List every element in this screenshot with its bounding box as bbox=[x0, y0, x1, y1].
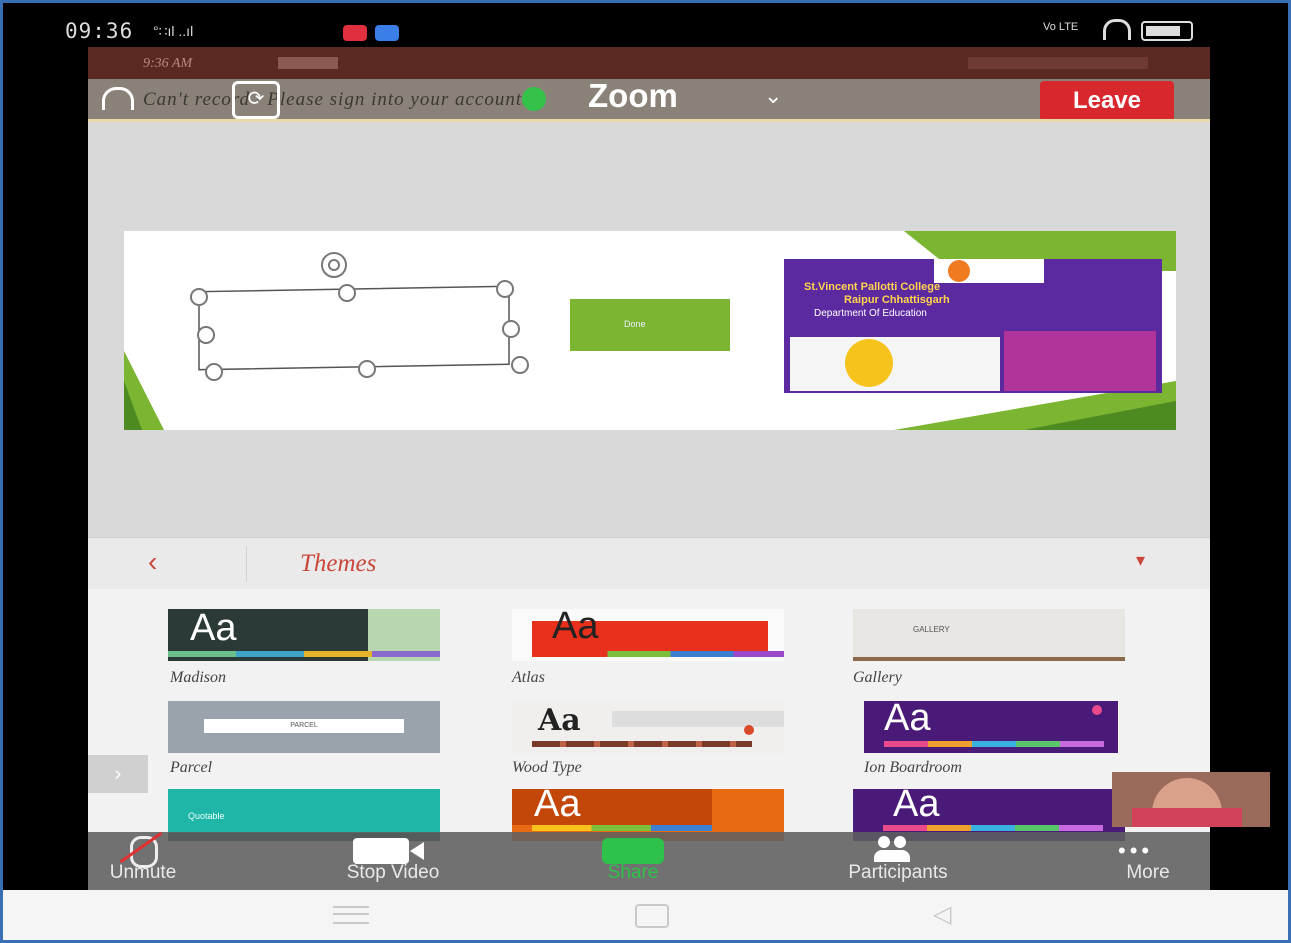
volte-icon: Vo LTE bbox=[1043, 21, 1079, 33]
battery-icon bbox=[1141, 21, 1193, 41]
headphones-icon bbox=[1103, 19, 1131, 40]
theme-name-atlas: Atlas bbox=[512, 669, 545, 686]
participants-icon[interactable] bbox=[874, 836, 910, 862]
header-divider bbox=[246, 546, 247, 582]
theme-tile-wood-type[interactable]: Aa bbox=[512, 701, 784, 753]
zoom-notification-icon bbox=[375, 25, 399, 41]
inner-status-bar: 9:36 AM bbox=[88, 47, 1210, 79]
status-time: 09:36 bbox=[65, 19, 134, 43]
inner-status-right-icons bbox=[968, 57, 1148, 69]
theme-name-wood-type: Wood Type bbox=[512, 759, 582, 776]
theme-tile-atlas[interactable]: Aa bbox=[512, 609, 784, 661]
collapse-arrow-icon[interactable]: ▾ bbox=[1136, 550, 1145, 571]
poster-title-line2: Raipur Chhattisgarh bbox=[844, 294, 950, 306]
zoom-meeting-view: 9:36 AM Can't record · Please sign into … bbox=[88, 47, 1210, 890]
back-chevron-icon[interactable]: ‹ bbox=[148, 546, 157, 578]
theme-tile-parcel[interactable]: PARCEL bbox=[168, 701, 440, 753]
poster-dept: Department Of Education bbox=[814, 308, 927, 319]
share-button[interactable]: Share bbox=[588, 862, 678, 884]
stop-video-button[interactable]: Stop Video bbox=[298, 862, 488, 884]
more-dots-icon[interactable]: ••• bbox=[1118, 838, 1153, 864]
notification-app-icon bbox=[343, 25, 367, 41]
expand-panel-icon[interactable]: › bbox=[88, 755, 148, 793]
leave-button[interactable]: Leave bbox=[1040, 81, 1174, 121]
slide-green-box-text: Done bbox=[624, 319, 646, 329]
inner-status-time: 9:36 AM bbox=[143, 56, 193, 71]
theme-name-gallery: Gallery bbox=[853, 669, 902, 686]
recording-warning: Can't record · Please sign into your acc… bbox=[143, 89, 528, 110]
android-nav-bar: ◁ bbox=[3, 890, 1288, 940]
theme-tile-gallery[interactable]: GALLERY bbox=[853, 609, 1125, 661]
theme-tile-madison[interactable]: Aa bbox=[168, 609, 440, 661]
back-icon[interactable]: ◁ bbox=[933, 900, 951, 929]
home-icon[interactable] bbox=[635, 904, 669, 928]
meeting-toolbar: Unmute Stop Video Share Participants •••… bbox=[88, 831, 1210, 890]
divider bbox=[88, 119, 1210, 122]
more-button[interactable]: More bbox=[1098, 862, 1198, 884]
shared-slide: Done St.Vincent Pallotti College Raipur … bbox=[124, 231, 1176, 430]
unmute-button[interactable]: Unmute bbox=[78, 862, 208, 884]
theme-name-parcel: Parcel bbox=[170, 759, 213, 776]
secure-shield-icon[interactable] bbox=[522, 87, 546, 111]
speaker-icon[interactable] bbox=[102, 87, 134, 110]
zoom-title[interactable]: Zoom bbox=[588, 77, 678, 115]
camera-lens-icon bbox=[410, 842, 424, 860]
slide-graphics bbox=[124, 231, 1176, 430]
menu-icon[interactable] bbox=[333, 906, 369, 924]
self-video-thumbnail[interactable] bbox=[1112, 772, 1270, 827]
video-camera-icon[interactable] bbox=[353, 838, 409, 864]
participant-clothing bbox=[1132, 808, 1242, 827]
theme-tile-ion-boardroom[interactable]: Aa bbox=[864, 701, 1118, 753]
themes-title: Themes bbox=[300, 550, 377, 577]
poster-title-line1: St.Vincent Pallotti College bbox=[804, 281, 941, 293]
switch-camera-icon[interactable]: ⟳ bbox=[232, 81, 280, 119]
status-bar: 09:36 °∷ıl ..ıl Vo LTE bbox=[3, 3, 1288, 47]
chevron-down-icon[interactable]: ⌄ bbox=[764, 83, 782, 109]
theme-name-madison: Madison bbox=[170, 669, 226, 686]
participants-button[interactable]: Participants bbox=[788, 862, 1008, 884]
share-screen-icon[interactable] bbox=[602, 838, 664, 864]
themes-header: ‹ Themes ▾ bbox=[88, 537, 1210, 590]
inner-status-icons bbox=[278, 57, 338, 69]
signal-icon: °∷ıl ..ıl bbox=[153, 23, 194, 39]
theme-name-ion-boardroom: Ion Boardroom bbox=[864, 759, 962, 776]
